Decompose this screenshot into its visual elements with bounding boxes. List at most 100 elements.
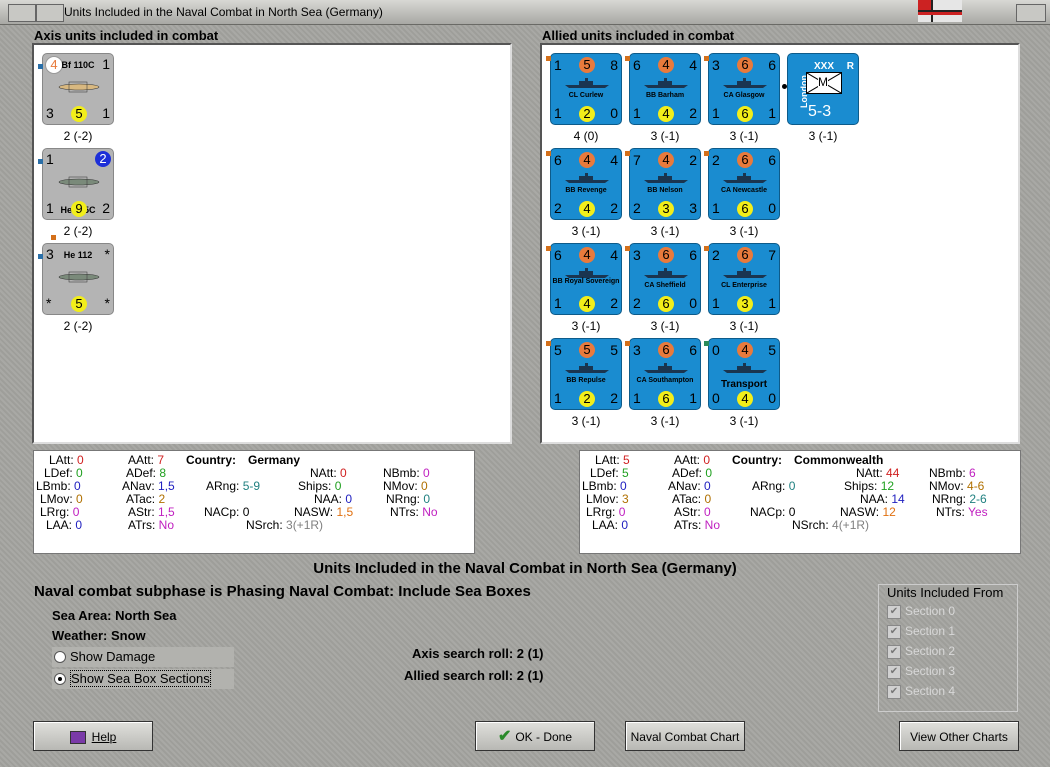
close-button[interactable]	[1016, 4, 1046, 22]
counter-bottom-left: 1	[554, 105, 562, 121]
stat-value: 14	[891, 492, 905, 506]
stat-key: LBmb:	[582, 479, 621, 493]
stat-lmov: LMov: 0	[40, 492, 83, 506]
naval-unit-counter[interactable]: 1 5 8 CL Curlew 1 2 0	[546, 53, 622, 125]
naval-unit-counter[interactable]: 3 6 6 CA Glasgow 1 6 1	[704, 53, 780, 125]
stat-key: NMov:	[383, 479, 422, 493]
stat-nasw: NASW: 12	[840, 505, 896, 519]
axis-unit-counter[interactable]: 3 * He 112 * 5 *	[38, 235, 114, 315]
naval-unit-counter[interactable]: 5 5 5 BB Repulse 1 2 2	[546, 338, 622, 410]
ship-name: CA Newcastle	[720, 187, 768, 194]
section-checkbox[interactable]: ✔	[887, 605, 901, 619]
stat-value: 0	[345, 492, 353, 506]
unit-marker-icon	[38, 159, 43, 164]
naval-unit-counter[interactable]: 6 4 4 BB Royal Sovereign 1 4 2	[546, 243, 622, 315]
ship-icon	[642, 171, 690, 183]
stat-nsrch: NSrch: 3(+1R)	[246, 518, 323, 532]
weather-text: Weather: Snow	[52, 628, 146, 643]
stat-value: 3	[622, 492, 629, 506]
help-button[interactable]: Help	[33, 721, 153, 751]
ship-name: BB Royal Sovereign	[552, 278, 620, 285]
stat-aatt: AAtt: 7	[128, 453, 164, 467]
restore-button[interactable]	[36, 4, 64, 22]
stat-value: 0	[704, 479, 711, 493]
counter-bottom-right: 2	[689, 105, 697, 121]
stat-atac: ATac: 2	[126, 492, 165, 506]
stat-key: NAtt:	[856, 466, 887, 480]
show-damage-radio[interactable]: Show Damage	[52, 647, 234, 667]
axis-unit-counter[interactable]: 12He 115C192	[38, 148, 114, 220]
naval-unit-counter[interactable]: 2 6 6 CA Newcastle 1 6 0	[704, 148, 780, 220]
section-checkbox[interactable]: ✔	[887, 645, 901, 659]
stat-astr: AStr: 1,5	[128, 505, 175, 519]
counter-top-left: 6	[554, 247, 562, 263]
aircraft-icon	[55, 80, 103, 93]
section-checkbox[interactable]: ✔	[887, 665, 901, 679]
stat-key: NRng:	[386, 492, 424, 506]
stat-nasw: NASW: 1,5	[294, 505, 353, 519]
stat-value: 0	[421, 479, 428, 493]
view-other-charts-button[interactable]: View Other Charts	[899, 721, 1019, 751]
axis-unit-counter[interactable]: 4 1 Bf 110C 3 5 1	[38, 53, 114, 125]
stat-key: AAtt:	[128, 453, 158, 467]
checkmark-icon: ✔	[497, 728, 512, 745]
stat-key: NAtt:	[310, 466, 341, 480]
stat-value: 2-6	[969, 492, 987, 506]
stat-nmov: NMov: 4-6	[929, 479, 984, 493]
counter-top-center: 5	[579, 57, 595, 73]
chart-label: Naval Combat Chart	[630, 730, 740, 744]
stat-nmov: NMov: 0	[383, 479, 428, 493]
naval-combat-chart-button[interactable]: Naval Combat Chart	[625, 721, 745, 751]
counter-bottom-center: 4	[579, 296, 595, 312]
stat-astr: AStr: 0	[674, 505, 711, 519]
radio-circle-icon[interactable]	[54, 651, 66, 663]
ok-done-button[interactable]: ✔ OK - Done	[475, 721, 595, 751]
section-checkbox[interactable]: ✔	[887, 625, 901, 639]
unit-loss-label: 3 (-1)	[650, 224, 680, 238]
unit-marker-icon	[546, 246, 551, 251]
counter-bottom-left: 1	[46, 200, 54, 216]
stat-value: 0	[77, 453, 84, 467]
naval-unit-counter[interactable]: 3 6 6 CA Sheffield 2 6 0	[625, 243, 701, 315]
stat-key: AStr:	[128, 505, 159, 519]
country-name: Commonwealth	[794, 453, 884, 467]
show-sea-box-radio[interactable]: Show Sea Box Sections	[52, 669, 234, 689]
radio-selected-icon[interactable]	[54, 673, 66, 685]
counter-top-center: 4	[737, 342, 753, 358]
unit-marker-icon	[546, 341, 551, 346]
stat-value: 8	[159, 466, 167, 480]
counter-bottom-left: 0	[712, 390, 720, 406]
counter-bottom-right: 0	[610, 105, 618, 121]
stat-key: LMov:	[586, 492, 623, 506]
counter-bottom-center: 2	[579, 391, 595, 407]
minimize-button[interactable]	[8, 4, 36, 22]
stat-value: 0	[242, 505, 250, 519]
unit-name: He 112	[63, 250, 93, 260]
stat-value: No	[422, 505, 438, 519]
counter-top-center: 6	[737, 152, 753, 168]
stat-lbmb: LBmb: 0	[582, 479, 627, 493]
unit-loss-label: 3 (-1)	[729, 414, 759, 428]
naval-unit-counter[interactable]: 7 4 2 BB Nelson 2 3 3	[625, 148, 701, 220]
ship-icon	[563, 266, 611, 278]
counter-top-right: 6	[689, 342, 697, 358]
unit-loss-label: 4 (0)	[573, 129, 599, 143]
counter-top-right: 7	[768, 247, 776, 263]
stat-natt: NAtt: 44	[856, 466, 899, 480]
section-checkbox[interactable]: ✔	[887, 685, 901, 699]
unit-loss-label: 3 (-1)	[650, 319, 680, 333]
counter-top-left: 1	[46, 151, 54, 167]
counter-top-center: 6	[737, 247, 753, 263]
unit-loss-label: 2 (-2)	[63, 129, 93, 143]
stat-value: 4-6	[967, 479, 985, 493]
naval-unit-counter[interactable]: 0 4 5 Transport 0 4 0	[704, 338, 780, 410]
naval-unit-counter[interactable]: 3 6 6 CA Southampton 1 6 1	[625, 338, 701, 410]
allied-units-panel: 1 5 8 CL Curlew 1 2 0 4 (0) 6 4 4 BB Barham 1 4 2 3 (-1…	[540, 43, 1020, 444]
ship-icon	[642, 266, 690, 278]
army-unit-counter[interactable]: London XXX R M 5-3	[782, 53, 859, 125]
stat-arng: ARng: 5-9	[206, 479, 260, 493]
naval-unit-counter[interactable]: 2 6 7 CL Enterprise 1 3 1	[704, 243, 780, 315]
naval-unit-counter[interactable]: 6 4 4 BB Revenge 2 4 2	[546, 148, 622, 220]
stat-key: LMov:	[40, 492, 77, 506]
naval-unit-counter[interactable]: 6 4 4 BB Barham 1 4 2	[625, 53, 701, 125]
